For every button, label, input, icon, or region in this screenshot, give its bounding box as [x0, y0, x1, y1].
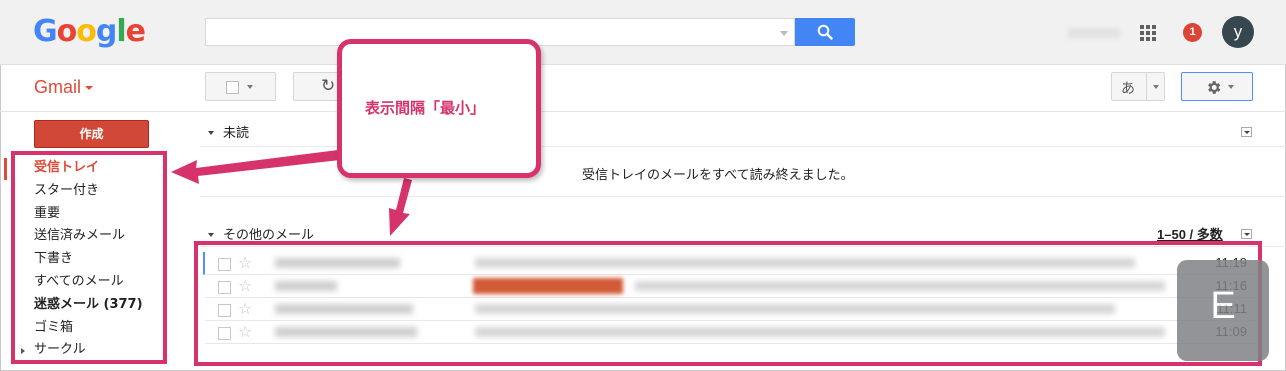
callout-text: 表示間隔「最小」 — [365, 99, 486, 117]
annotation-arrows — [171, 150, 412, 236]
step-badge: E — [1177, 260, 1269, 361]
arrow-to-mail-list — [389, 178, 412, 236]
arrow-to-sidebar — [171, 150, 340, 184]
